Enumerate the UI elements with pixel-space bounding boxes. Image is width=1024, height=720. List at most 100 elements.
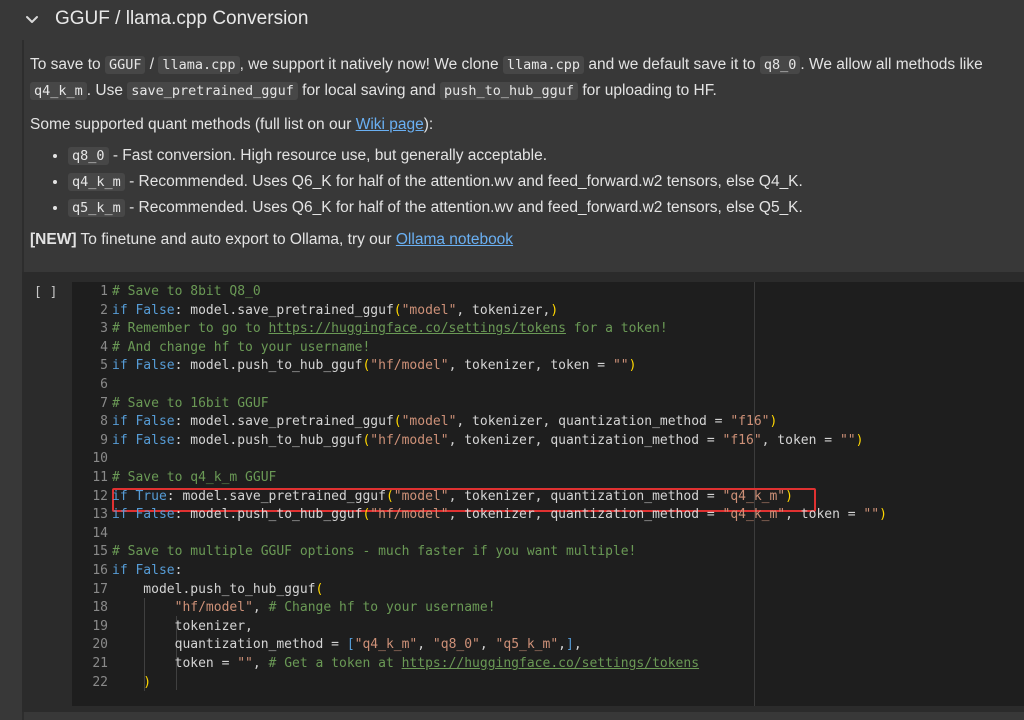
code-token: if (112, 563, 128, 578)
code-token: "q8_0" (432, 637, 480, 653)
code-line[interactable]: 12 if True: model.save_pretrained_gguf("m… (72, 488, 1012, 507)
code-line[interactable]: 3 # Remember to go to https://huggingface… (72, 320, 1012, 339)
section-title: GGUF / llama.cpp Conversion (55, 8, 309, 29)
code-token: # Save to q4_k_m GGUF (112, 470, 277, 485)
code-token: False (135, 563, 175, 578)
code-line[interactable]: 8 if False: model.save_pretrained_gguf("m… (72, 413, 1012, 432)
code-token: , tokenizer, quantization_method = (448, 488, 723, 504)
code-token: if (112, 302, 128, 318)
code-token: quantization_method = (112, 637, 347, 653)
list-item: q5_k_m - Recommended. Uses Q6_K for half… (68, 195, 1005, 221)
code-token: True (135, 488, 167, 504)
inline-code: save_pretrained_gguf (127, 82, 298, 100)
line-number: 13 (92, 507, 108, 523)
chevron-down-icon[interactable] (23, 11, 41, 29)
code-token: # Save to multiple GGUF options - much f… (112, 544, 637, 560)
code-token: "" (612, 358, 629, 374)
code-line[interactable]: 7 # Save to 16bit GGUF (72, 395, 1012, 414)
code-line[interactable]: 10 (72, 450, 1012, 469)
line-number: 8 (100, 414, 108, 430)
code-token: ] (566, 637, 574, 653)
quant-intro-text: Some supported quant methods (full list … (30, 116, 356, 133)
code-token: ) (785, 488, 793, 504)
code-token: "model" (393, 488, 449, 504)
inline-code: q8_0 (68, 147, 109, 165)
quant-method-list: q8_0 - Fast conversion. High resource us… (30, 143, 1005, 221)
code-token: , (573, 637, 582, 653)
code-line[interactable]: 6 (72, 376, 1012, 395)
code-line[interactable]: 17 model.push_to_hub_gguf( (72, 581, 1012, 600)
code-token: , (479, 637, 496, 653)
code-line[interactable]: 13 if False: model.push_to_hub_gguf("hf/m… (72, 506, 1012, 525)
code-token: False (135, 358, 175, 374)
code-line[interactable]: 21 token = "", # Get a token at https://… (72, 655, 1012, 674)
code-token: : model.save_pretrained_gguf (174, 414, 394, 430)
code-token: if (112, 414, 128, 430)
code-token: , (558, 637, 566, 653)
code-token: "model" (401, 414, 457, 430)
code-line[interactable]: 22 ) (72, 674, 1012, 693)
intro-text: for uploading to HF. (578, 82, 717, 99)
code-line[interactable]: 4 # And change hf to your username! (72, 339, 1012, 358)
ollama-notebook-link[interactable]: Ollama notebook (396, 231, 513, 248)
code-token: ( (385, 488, 394, 504)
code-token: , tokenizer, token = (448, 358, 613, 374)
markdown-cell: To save to GGUF / llama.cpp, we support … (30, 52, 1005, 252)
code-token: if (112, 488, 128, 504)
inline-code: llama.cpp (158, 56, 240, 74)
code-token: [ (346, 637, 355, 653)
quant-intro: Some supported quant methods (full list … (30, 112, 1005, 137)
list-item-text: - Recommended. Uses Q6_K for half of the… (124, 173, 803, 190)
code-line[interactable]: 5 if False: model.push_to_hub_gguf("hf/mo… (72, 357, 1012, 376)
code-token: , tokenizer, (456, 302, 551, 318)
wiki-link[interactable]: Wiki page (356, 116, 424, 133)
list-item: q4_k_m - Recommended. Uses Q6_K for half… (68, 169, 1005, 195)
code-token: "hf/model" (174, 600, 253, 616)
intro-text: / (145, 56, 159, 73)
line-number: 14 (92, 525, 108, 541)
code-token: https://huggingface.co/settings/tokens (268, 321, 566, 337)
code-token: ) (550, 302, 559, 318)
line-number: 1 (100, 284, 108, 299)
intro-text: . Use (86, 82, 128, 99)
code-line[interactable]: 15 # Save to multiple GGUF options - much… (72, 543, 1012, 562)
line-number: 20 (92, 637, 108, 653)
inline-code: q4_k_m (30, 82, 87, 100)
code-token: False (135, 432, 175, 448)
code-token: "hf/model" (370, 358, 449, 374)
intro-text: for local saving and (297, 82, 440, 99)
code-token: # Remember to go to (112, 321, 269, 337)
new-note-text: To finetune and auto export to Ollama, t… (76, 231, 396, 248)
code-token: if (112, 432, 128, 448)
code-line[interactable]: 1 # Save to 8bit Q8_0 (72, 283, 1012, 302)
code-token: # And change hf to your username! (112, 339, 371, 355)
code-editor[interactable]: 1 # Save to 8bit Q8_0 2 if False: model.sav… (72, 282, 1024, 706)
code-token: "q4_k_m" (354, 637, 418, 653)
line-number: 9 (100, 432, 108, 448)
quant-intro-text: ): (423, 116, 434, 133)
code-line[interactable]: 9 if False: model.push_to_hub_gguf("hf/mo… (72, 432, 1012, 451)
intro-paragraph: To save to GGUF / llama.cpp, we support … (30, 52, 1005, 104)
code-token: : model.push_to_hub_gguf (174, 358, 363, 374)
code-line[interactable]: 14 (72, 525, 1012, 544)
line-number: 4 (100, 339, 108, 355)
code-token: token = (112, 656, 238, 671)
code-line[interactable]: 18 "hf/model", # Change hf to your usern… (72, 599, 1012, 618)
code-token: , tokenizer, quantization_method = (456, 414, 731, 430)
code-line[interactable]: 19 tokenizer, (72, 618, 1012, 637)
code-line[interactable]: 16 if False: (72, 562, 1012, 581)
code-token: "f16" (730, 414, 770, 430)
list-item-text: - Fast conversion. High resource use, bu… (108, 147, 548, 164)
code-token: False (135, 507, 175, 523)
code-token: "hf/model" (370, 507, 449, 523)
new-note: [NEW] To finetune and auto export to Oll… (30, 227, 1005, 252)
code-token: , (252, 656, 269, 671)
code-token: : (174, 563, 183, 578)
code-line[interactable]: 11 # Save to q4_k_m GGUF (72, 469, 1012, 488)
line-number: 12 (92, 488, 108, 504)
run-cell-button[interactable]: [ ] (34, 285, 57, 300)
code-token: , (252, 600, 269, 616)
code-line[interactable]: 20 quantization_method = ["q4_k_m", "q8_… (72, 636, 1012, 655)
intro-text: , we support it natively now! We clone (239, 56, 503, 73)
code-line[interactable]: 2 if False: model.save_pretrained_gguf("m… (72, 302, 1012, 321)
